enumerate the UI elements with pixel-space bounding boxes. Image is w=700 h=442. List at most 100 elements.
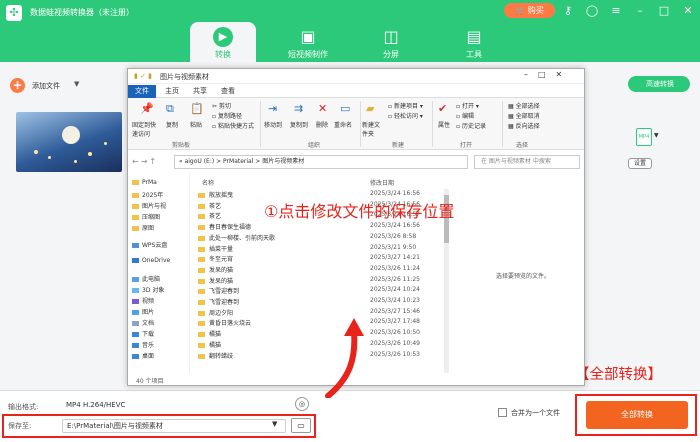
add-icon[interactable]: +	[10, 78, 25, 93]
maximize-icon[interactable]: □	[656, 3, 672, 18]
copy-to-button[interactable]: 复制到	[290, 120, 308, 129]
tree-item[interactable]: 2025年	[132, 190, 163, 199]
tree-item-this-pc[interactable]: 此电脑	[132, 274, 160, 283]
setting-button[interactable]: 设置	[628, 158, 652, 169]
tab-tools[interactable]: ▤ 工具	[441, 24, 507, 64]
tab-split-screen[interactable]: ◫ 分屏	[358, 24, 424, 64]
file-row[interactable]: 翻转蜡歧 2025/3/26 10:53	[198, 351, 438, 361]
col-name[interactable]: 名称	[202, 178, 214, 187]
copy-path-button[interactable]: ▫ 复制路径	[212, 111, 242, 120]
search-input[interactable]: 在 图片与视频素材 中搜索	[474, 155, 580, 169]
move-to-icon[interactable]: ⇥	[268, 102, 277, 115]
delete-icon[interactable]: ✕	[318, 102, 327, 115]
convert-all-button[interactable]: 全部转换	[586, 401, 688, 429]
folder-icon	[132, 204, 139, 209]
select-none-button[interactable]: ▦ 全部取消	[508, 111, 540, 120]
properties-button[interactable]: 属性	[438, 120, 450, 129]
tab-file[interactable]: 文件	[128, 85, 156, 98]
format-badge[interactable]: MP4	[636, 128, 652, 146]
move-to-button[interactable]: 移动到	[264, 120, 282, 129]
chevron-down-icon[interactable]: ▼	[654, 132, 659, 139]
paste-icon[interactable]: 📋	[190, 102, 204, 115]
copy-icon[interactable]: ⧉	[166, 102, 174, 116]
file-row[interactable]: 发呆的猫 2025/3/26 11:24	[198, 265, 438, 275]
file-row[interactable]: 橘猫 2025/3/26 10:50	[198, 329, 438, 339]
nav-arrows-icon[interactable]: ←→↑	[132, 157, 158, 166]
tab-home[interactable]: 主页	[160, 85, 184, 98]
user-icon[interactable]: ◯	[584, 3, 600, 18]
new-folder-icon[interactable]: ▰	[366, 102, 374, 115]
tree-item[interactable]: 3D 对象	[132, 285, 164, 294]
buy-button[interactable]: 🛒 购买	[504, 3, 555, 18]
tree-item[interactable]: 图片	[132, 307, 154, 316]
file-row[interactable]: 冬至元宵 2025/3/27 14:21	[198, 254, 438, 264]
key-icon[interactable]: ⚷	[560, 3, 576, 18]
easy-access-button[interactable]: ▫ 轻松访问 ▾	[388, 111, 423, 120]
file-row[interactable]: 此处一柳楼、引前肉天歌 2025/3/26 8:58	[198, 233, 438, 243]
new-item-button[interactable]: ▫ 新建项目 ▾	[388, 101, 423, 110]
tab-short-video[interactable]: ▣ 短视频制作	[275, 24, 341, 64]
chevron-down-icon[interactable]: ▼	[272, 420, 277, 428]
folder-icon	[198, 193, 205, 198]
tree-item[interactable]: 原图	[132, 223, 154, 232]
folder-icon[interactable]: ▭	[291, 418, 311, 433]
save-path-field[interactable]: E:\PrMaterial\图片与视频素材	[62, 419, 286, 433]
ribbon-tabs: 文件 主页 共享 查看	[128, 85, 584, 98]
add-file-button[interactable]: 添加文件	[32, 81, 60, 91]
file-row[interactable]: 橘猫 2025/3/26 10:49	[198, 340, 438, 350]
copy-to-icon[interactable]: ⇉	[294, 102, 303, 115]
annotation-step1: ①点击修改文件的保存位置	[264, 202, 455, 221]
edit-button[interactable]: ▫ 编辑	[456, 111, 474, 120]
rename-icon[interactable]: ▭	[340, 102, 350, 115]
tree-item[interactable]: 视频	[132, 296, 154, 305]
chevron-down-icon[interactable]: ▼	[74, 80, 79, 88]
close-icon[interactable]: ✕	[680, 3, 696, 18]
merge-checkbox[interactable]	[498, 408, 507, 417]
select-all-button[interactable]: ▦ 全部选择	[508, 101, 540, 110]
menu-icon[interactable]: ≡	[608, 3, 624, 18]
tree-item[interactable]: 压缩图	[132, 212, 160, 221]
pin-icon[interactable]: 📌	[140, 102, 154, 115]
file-row[interactable]: 飞雪迎春到 2025/3/24 10:24	[198, 286, 438, 296]
open-button[interactable]: ▫ 打开 ▾	[456, 101, 479, 110]
tab-convert[interactable]: ▶ 转换	[190, 22, 256, 64]
minimize-icon[interactable]: –	[632, 3, 648, 18]
file-row[interactable]: 发呆的猫 2025/3/26 11:25	[198, 276, 438, 286]
folder-icon	[198, 278, 205, 284]
path-field[interactable]: « aigoU (E:) > PrMaterial > 图片与视频素材	[174, 155, 468, 169]
document-icon	[132, 321, 139, 326]
tree-item[interactable]: 图片与视	[132, 201, 166, 210]
format-settings-icon[interactable]: ◎	[295, 397, 309, 411]
tree-item-wps[interactable]: WPS云盘	[132, 240, 167, 249]
video-thumbnail[interactable]	[16, 112, 122, 172]
col-date[interactable]: 修改日期	[370, 178, 394, 187]
tree-item[interactable]: 文档	[132, 318, 154, 327]
delete-button[interactable]: 删除	[316, 120, 328, 129]
file-row[interactable]: 插菜干量 2025/3/21 9:50	[198, 244, 438, 254]
tree-item[interactable]: 音乐	[132, 340, 154, 349]
file-row[interactable]: 黄昏日落火烧云 2025/3/27 17:48	[198, 318, 438, 328]
file-row[interactable]: 春日春保生福德 2025/3/24 16:56	[198, 222, 438, 232]
file-row[interactable]: 周边夕阳 2025/3/27 15:46	[198, 308, 438, 318]
invert-selection-button[interactable]: ▦ 反向选择	[508, 121, 540, 130]
history-button[interactable]: ▫ 历史记录	[456, 121, 486, 130]
window-controls[interactable]: –□✕	[524, 70, 572, 79]
tree-item-onedrive[interactable]: OneDrive	[132, 257, 170, 264]
cut-button[interactable]: ✂ 剪切	[212, 101, 231, 110]
tree-item[interactable]: 下载	[132, 329, 154, 338]
paste-shortcut-button[interactable]: ▫ 粘贴快捷方式	[212, 121, 254, 130]
tree-item[interactable]: PrMa	[132, 179, 157, 186]
tree-item[interactable]: 桌面	[132, 351, 154, 360]
new-folder-button[interactable]: 新建文件夹	[362, 120, 384, 138]
tab-view[interactable]: 查看	[216, 85, 240, 98]
rename-button[interactable]: 重命名	[334, 120, 352, 129]
pin-button[interactable]: 固定到快速访问	[132, 120, 160, 138]
tab-share[interactable]: 共享	[188, 85, 212, 98]
properties-icon[interactable]: ✔	[438, 102, 447, 115]
hw-accel-button[interactable]: 高速转换	[628, 76, 690, 92]
copy-button[interactable]: 复制	[166, 120, 178, 129]
format-value[interactable]: MP4 H.264/HEVC	[66, 401, 125, 409]
file-row[interactable]: 飞雪迎春到 2025/3/24 10:23	[198, 297, 438, 307]
folder-icon	[198, 267, 205, 273]
paste-button[interactable]: 粘贴	[190, 120, 202, 129]
